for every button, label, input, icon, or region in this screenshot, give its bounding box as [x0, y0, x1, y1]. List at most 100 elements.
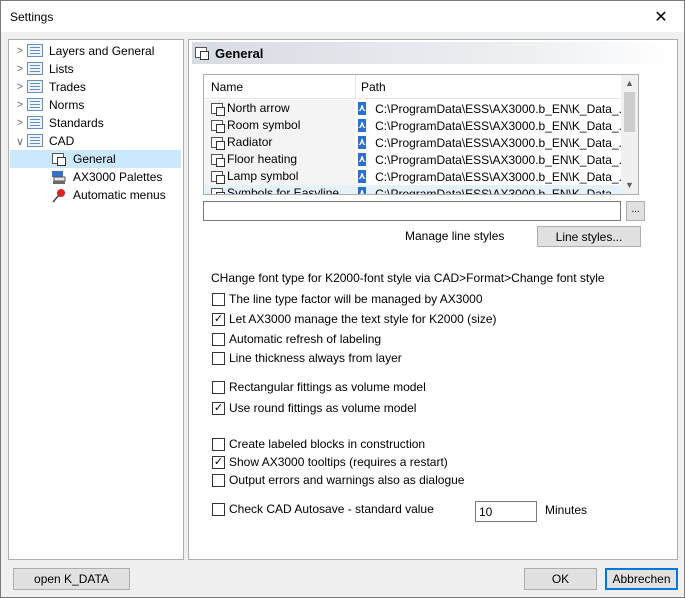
list-icon — [27, 134, 44, 148]
tree-item-label: General — [73, 152, 116, 166]
tree-item-label: Lists — [49, 62, 74, 76]
checkbox-line-thickness[interactable]: Line thickness always from layer — [212, 351, 402, 365]
collapse-arrow-icon[interactable]: ∨ — [13, 135, 27, 148]
browse-button[interactable]: ... — [626, 201, 645, 221]
settings-tree: > Layers and General > Lists > Trades > … — [8, 39, 184, 560]
symbol-icon — [211, 153, 225, 167]
checkbox-rectangular-fittings[interactable]: Rectangular fittings as volume model — [212, 380, 426, 394]
expand-arrow-icon[interactable]: > — [13, 117, 27, 129]
row-path: C:\ProgramData\ESS\AX3000.b_EN\K_Data_..… — [375, 152, 624, 167]
checkmark-icon[interactable]: ✓ — [212, 401, 225, 415]
checkbox-label: Show AX3000 tooltips (requires a restart… — [229, 455, 448, 469]
checkmark-icon[interactable]: ✓ — [212, 455, 225, 469]
table-row[interactable]: Lamp symbol ⋏ C:\ProgramData\ESS\AX3000.b… — [204, 168, 624, 185]
checkbox-box[interactable] — [212, 502, 225, 516]
expand-arrow-icon[interactable]: > — [13, 81, 27, 93]
line-styles-button[interactable]: Line styles... — [537, 226, 641, 247]
checkbox-box[interactable] — [212, 292, 225, 306]
tree-item-trades[interactable]: > Trades — [13, 78, 86, 96]
general-icon — [51, 152, 68, 166]
table-scrollbar[interactable]: ▲ ▼ — [621, 75, 638, 194]
checkbox-errors-dialogue[interactable]: Output errors and warnings also as dialo… — [212, 473, 464, 487]
symbol-icon — [211, 119, 225, 133]
palette-icon — [51, 170, 68, 184]
checkbox-line-type-factor[interactable]: The line type factor will be managed by … — [212, 292, 483, 306]
checkbox-box[interactable] — [212, 332, 225, 346]
path-folder-icon[interactable]: ⋏ — [358, 153, 367, 166]
expand-arrow-icon[interactable]: > — [13, 63, 27, 75]
panel-title: General — [215, 45, 264, 61]
tree-item-standards[interactable]: > Standards — [13, 114, 104, 132]
checkbox-text-style[interactable]: ✓ Let AX3000 manage the text style for K2… — [212, 312, 497, 326]
checkbox-label: Create labeled blocks in construction — [229, 437, 426, 451]
open-kdata-button[interactable]: open K_DATA — [13, 568, 130, 590]
path-folder-icon[interactable]: ⋏ — [358, 170, 367, 183]
row-path: C:\ProgramData\ESS\AX3000.b_EN\K_Data_..… — [375, 169, 624, 184]
row-name: North arrow — [227, 101, 290, 115]
row-path-cell: ⋏ C:\ProgramData\ESS\AX3000.b_EN\K_Data_.… — [356, 117, 624, 134]
table-row[interactable]: Symbols for Easyline ⋏ C:\ProgramData\ESS… — [204, 185, 624, 194]
checkbox-label: Output errors and warnings also as dialo… — [229, 473, 465, 487]
table-row[interactable]: Room symbol ⋏ C:\ProgramData\ESS\AX3000.b… — [204, 117, 624, 134]
row-path-cell: ⋏ C:\ProgramData\ESS\AX3000.b_EN\K_Data_.… — [356, 134, 624, 151]
tree-item-label: AX3000 Palettes — [73, 170, 163, 184]
tree-item-label: CAD — [49, 134, 75, 148]
row-name-cell: Floor heating — [211, 152, 298, 167]
path-folder-icon[interactable]: ⋏ — [358, 102, 367, 115]
row-name: Radiator — [227, 135, 273, 149]
expand-arrow-icon[interactable]: > — [13, 45, 27, 57]
row-name-cell: Symbols for Easyline — [211, 186, 339, 194]
tree-item-label: Trades — [49, 80, 86, 94]
tree-item-ax3000-palettes[interactable]: AX3000 Palettes — [51, 168, 162, 186]
checkbox-refresh-labeling[interactable]: Automatic refresh of labeling — [212, 332, 381, 346]
table-row[interactable]: North arrow ⋏ C:\ProgramData\ESS\AX3000.b… — [204, 100, 624, 117]
general-icon — [195, 47, 209, 60]
row-path: C:\ProgramData\ESS\AX3000.b_EN\K_Data_..… — [375, 101, 624, 116]
ok-button[interactable]: OK — [524, 568, 597, 590]
checkbox-cad-autosave[interactable]: Check CAD Autosave - standard value — [212, 502, 434, 516]
checkbox-tooltips[interactable]: ✓ Show AX3000 tooltips (requires a restar… — [212, 455, 448, 469]
scroll-up-icon[interactable]: ▲ — [621, 75, 638, 92]
pin-icon — [51, 188, 68, 203]
close-button[interactable]: ✕ — [638, 1, 684, 32]
expand-arrow-icon[interactable]: > — [13, 99, 27, 111]
scroll-down-icon[interactable]: ▼ — [621, 177, 638, 194]
tree-item-cad[interactable]: ∨ CAD — [13, 132, 74, 150]
checkbox-label: The line type factor will be managed by … — [229, 292, 483, 306]
tree-item-layers-and-general[interactable]: > Layers and General — [13, 42, 154, 60]
row-name: Floor heating — [227, 152, 298, 166]
checkbox-box[interactable] — [212, 473, 225, 487]
path-folder-icon[interactable]: ⋏ — [358, 187, 367, 194]
scroll-thumb[interactable] — [624, 92, 635, 132]
row-path: C:\ProgramData\ESS\AX3000.b_EN\K_Data_..… — [375, 135, 624, 150]
tree-item-automatic-menus[interactable]: Automatic menus — [51, 186, 166, 204]
checkbox-round-fittings[interactable]: ✓ Use round fittings as volume model — [212, 401, 416, 415]
tree-item-general[interactable]: General — [10, 150, 181, 168]
checkbox-box[interactable] — [212, 351, 225, 365]
panel-header: General — [192, 42, 674, 64]
tree-item-label: Automatic menus — [73, 188, 166, 202]
path-input[interactable] — [203, 201, 621, 221]
row-path-cell: ⋏ C:\ProgramData\ESS\AX3000.b_EN\K_Data_.… — [356, 185, 624, 194]
table-row[interactable]: Radiator ⋏ C:\ProgramData\ESS\AX3000.b_EN… — [204, 134, 624, 151]
title-bar: Settings ✕ — [1, 1, 684, 32]
path-folder-icon[interactable]: ⋏ — [358, 119, 367, 132]
column-header-name[interactable]: Name — [211, 80, 243, 94]
autosave-minutes-input[interactable] — [475, 501, 537, 522]
checkbox-box[interactable] — [212, 437, 225, 451]
path-folder-icon[interactable]: ⋏ — [358, 136, 367, 149]
general-settings-panel: General Name Path North arrow ⋏ C:\Progra… — [188, 39, 678, 560]
checkmark-icon[interactable]: ✓ — [212, 312, 225, 326]
checkbox-box[interactable] — [212, 380, 225, 394]
column-header-path[interactable]: Path — [361, 80, 386, 94]
symbol-icon — [211, 102, 225, 116]
table-row[interactable]: Floor heating ⋏ C:\ProgramData\ESS\AX3000… — [204, 151, 624, 168]
checkbox-label: Check CAD Autosave - standard value — [229, 502, 434, 516]
row-name: Lamp symbol — [227, 169, 299, 183]
checkbox-labeled-blocks[interactable]: Create labeled blocks in construction — [212, 437, 425, 451]
cancel-button[interactable]: Abbrechen — [605, 568, 678, 590]
tree-item-lists[interactable]: > Lists — [13, 60, 74, 78]
list-icon — [27, 80, 44, 94]
minutes-label: Minutes — [545, 503, 588, 517]
tree-item-norms[interactable]: > Norms — [13, 96, 84, 114]
